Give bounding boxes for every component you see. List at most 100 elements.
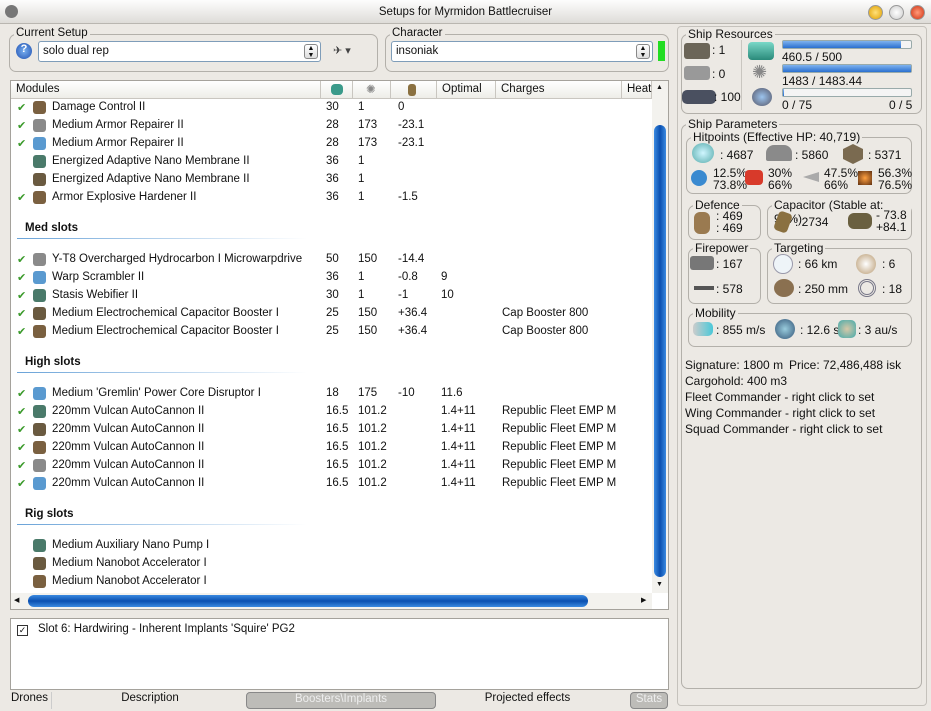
price-text: Price: 72,486,488 isk <box>789 358 902 372</box>
module-row[interactable]: ✔ Damage Control II 30 1 0 <box>11 99 651 117</box>
scroll-left-arrow[interactable]: ◀ <box>14 596 19 604</box>
character-select[interactable]: insoniak ▲ ▼ <box>391 41 653 62</box>
active-check-icon[interactable]: ✔ <box>17 387 26 400</box>
active-check-icon[interactable]: ✔ <box>17 405 26 418</box>
active-check-icon[interactable]: ✔ <box>17 423 26 436</box>
active-check-icon[interactable]: ✔ <box>17 325 26 338</box>
module-icon <box>33 423 46 436</box>
module-icon <box>33 477 46 490</box>
module-row[interactable]: ✔ 220mm Vulcan AutoCannon II 16.5 101.2 1.4+… <box>11 421 651 439</box>
column-header-charges[interactable]: Charges <box>496 81 622 99</box>
module-cpu: 16.5 <box>326 441 349 453</box>
title-bar: Setups for Myrmidon Battlecruiser <box>0 0 931 24</box>
module-capacitor: -23.1 <box>398 119 425 131</box>
module-row[interactable]: ✔ Medium 'Gremlin' Power Core Disruptor I… <box>11 385 651 403</box>
active-check-icon[interactable]: ✔ <box>17 477 26 490</box>
tab-drones[interactable]: Drones <box>8 692 52 709</box>
active-check-icon[interactable]: ✔ <box>17 101 26 114</box>
module-row[interactable]: ✔ 220mm Vulcan AutoCannon II 16.5 101.2 1.4+… <box>11 457 651 475</box>
module-powergrid: 175 <box>358 387 378 399</box>
scroll-thumb[interactable] <box>654 125 666 577</box>
active-check-icon[interactable]: ✔ <box>17 253 26 266</box>
implant-checkbox[interactable]: ✓ <box>17 625 28 636</box>
active-check-icon[interactable]: ✔ <box>17 441 26 454</box>
module-capacitor: -1 <box>398 289 409 301</box>
module-cpu: 28 <box>326 119 339 131</box>
dps-icon <box>690 256 714 270</box>
module-optimal: 11.6 <box>441 387 463 399</box>
module-row[interactable]: ✔ 220mm Vulcan AutoCannon II 16.5 101.2 1.4+… <box>11 439 651 457</box>
module-row[interactable]: ✔ 220mm Vulcan AutoCannon II 16.5 101.2 1.4+… <box>11 403 651 421</box>
window-title: Setups for Myrmidon Battlecruiser <box>378 6 553 18</box>
module-cpu: 28 <box>326 137 339 149</box>
module-row[interactable]: Energized Adaptive Nano Membrane II 36 1 <box>11 171 651 189</box>
module-capacitor: +36.4 <box>398 325 428 337</box>
squad-commander-slot[interactable]: Squad Commander - right click to set <box>685 422 882 436</box>
active-check-icon[interactable]: ✔ <box>17 271 26 284</box>
module-row[interactable]: ✔ Stasis Webifier II 30 1 -1 10 <box>11 287 651 305</box>
column-header-heat[interactable]: Heat <box>622 81 652 99</box>
active-check-icon[interactable]: ✔ <box>17 459 26 472</box>
tab-boosters-implants[interactable]: Boosters\Implants <box>246 692 436 709</box>
module-optimal: 1.4+11 <box>441 477 476 489</box>
signature-text: Signature: 1800 m <box>685 358 784 372</box>
module-row[interactable]: ✔ 220mm Vulcan AutoCannon II 16.5 101.2 1.4+… <box>11 475 651 493</box>
wing-commander-slot[interactable]: Wing Commander - right click to set <box>685 406 875 420</box>
module-row[interactable]: ✔ Medium Armor Repairer II 28 173 -23.1 <box>11 117 651 135</box>
module-row[interactable]: ✔ Medium Armor Repairer II 28 173 -23.1 <box>11 135 651 153</box>
kinetic-armor-resist: 66% <box>824 178 849 192</box>
help-icon[interactable]: ? <box>16 43 32 59</box>
column-header-optimal[interactable]: Optimal <box>437 81 496 99</box>
module-icon <box>33 173 46 186</box>
module-powergrid: 1 <box>358 155 365 167</box>
setup-select[interactable]: solo dual rep ▲ ▼ <box>38 41 321 62</box>
tab-projected-effects[interactable]: Projected effects <box>470 692 585 709</box>
tab-stats[interactable]: Stats <box>630 692 668 709</box>
implant-item[interactable]: Slot 6: Hardwiring - Inherent Implants '… <box>38 623 295 635</box>
tab-description[interactable]: Description <box>95 692 205 709</box>
horizontal-scrollbar[interactable]: ◀ ▶ <box>11 593 652 609</box>
module-row[interactable]: ✔ Armor Explosive Hardener II 36 1 -1.5 <box>11 189 651 207</box>
em-resist-value: 12.5% 73.8% <box>713 167 747 191</box>
capacitor-recharge-value: +84.1 <box>876 220 907 234</box>
module-icon <box>33 441 46 454</box>
module-row[interactable]: Medium Nanobot Accelerator I <box>11 555 651 573</box>
scroll-right-arrow[interactable]: ▶ <box>641 596 646 604</box>
module-name: Medium Nanobot Accelerator I <box>52 557 207 569</box>
column-header-modules[interactable]: Modules <box>11 81 321 99</box>
module-powergrid: 1 <box>358 173 365 185</box>
module-row[interactable]: ✔ Warp Scrambler II 36 1 -0.8 9 <box>11 269 651 287</box>
module-row[interactable]: Medium Auxiliary Nano Pump I <box>11 537 651 555</box>
minimize-button[interactable] <box>868 5 883 20</box>
module-name: Y-T8 Overcharged Hydrocarbon I Microwarp… <box>52 253 303 265</box>
module-row[interactable]: Energized Adaptive Nano Membrane II 36 1 <box>11 153 651 171</box>
targeting-label: Targeting <box>772 241 826 255</box>
module-icon <box>33 137 46 150</box>
active-check-icon[interactable]: ✔ <box>17 119 26 132</box>
capacitor-icon <box>408 84 416 96</box>
scroll-thumb[interactable] <box>28 595 588 607</box>
ship-tools-button[interactable]: ✈ ▾ <box>333 44 351 57</box>
scroll-down-arrow[interactable]: ▼ <box>656 581 663 588</box>
module-row[interactable]: ✔ Y-T8 Overcharged Hydrocarbon I Microwar… <box>11 251 651 269</box>
module-capacitor: 0 <box>398 101 405 113</box>
defence-icon <box>694 212 710 234</box>
active-check-icon[interactable]: ✔ <box>17 191 26 204</box>
active-check-icon[interactable]: ✔ <box>17 137 26 150</box>
volley-icon <box>694 286 714 290</box>
column-header-cpu[interactable] <box>321 81 353 99</box>
maximize-button[interactable] <box>889 5 904 20</box>
scroll-up-arrow[interactable]: ▲ <box>656 84 663 91</box>
module-name: Medium 'Gremlin' Power Core Disruptor I <box>52 387 261 399</box>
close-button[interactable] <box>910 5 925 20</box>
module-row[interactable]: Medium Nanobot Accelerator I <box>11 573 651 591</box>
active-check-icon[interactable]: ✔ <box>17 289 26 302</box>
column-header-capacitor[interactable] <box>391 81 437 99</box>
module-row[interactable]: ✔ Medium Electrochemical Capacitor Booste… <box>11 323 651 341</box>
active-check-icon[interactable]: ✔ <box>17 307 26 320</box>
module-row[interactable]: ✔ Medium Electrochemical Capacitor Booste… <box>11 305 651 323</box>
module-charges: Republic Fleet EMP M <box>502 405 617 417</box>
vertical-scrollbar[interactable]: ▲ ▼ <box>652 81 668 593</box>
fleet-commander-slot[interactable]: Fleet Commander - right click to set <box>685 390 874 404</box>
column-header-powergrid[interactable]: ✺ <box>353 81 391 99</box>
